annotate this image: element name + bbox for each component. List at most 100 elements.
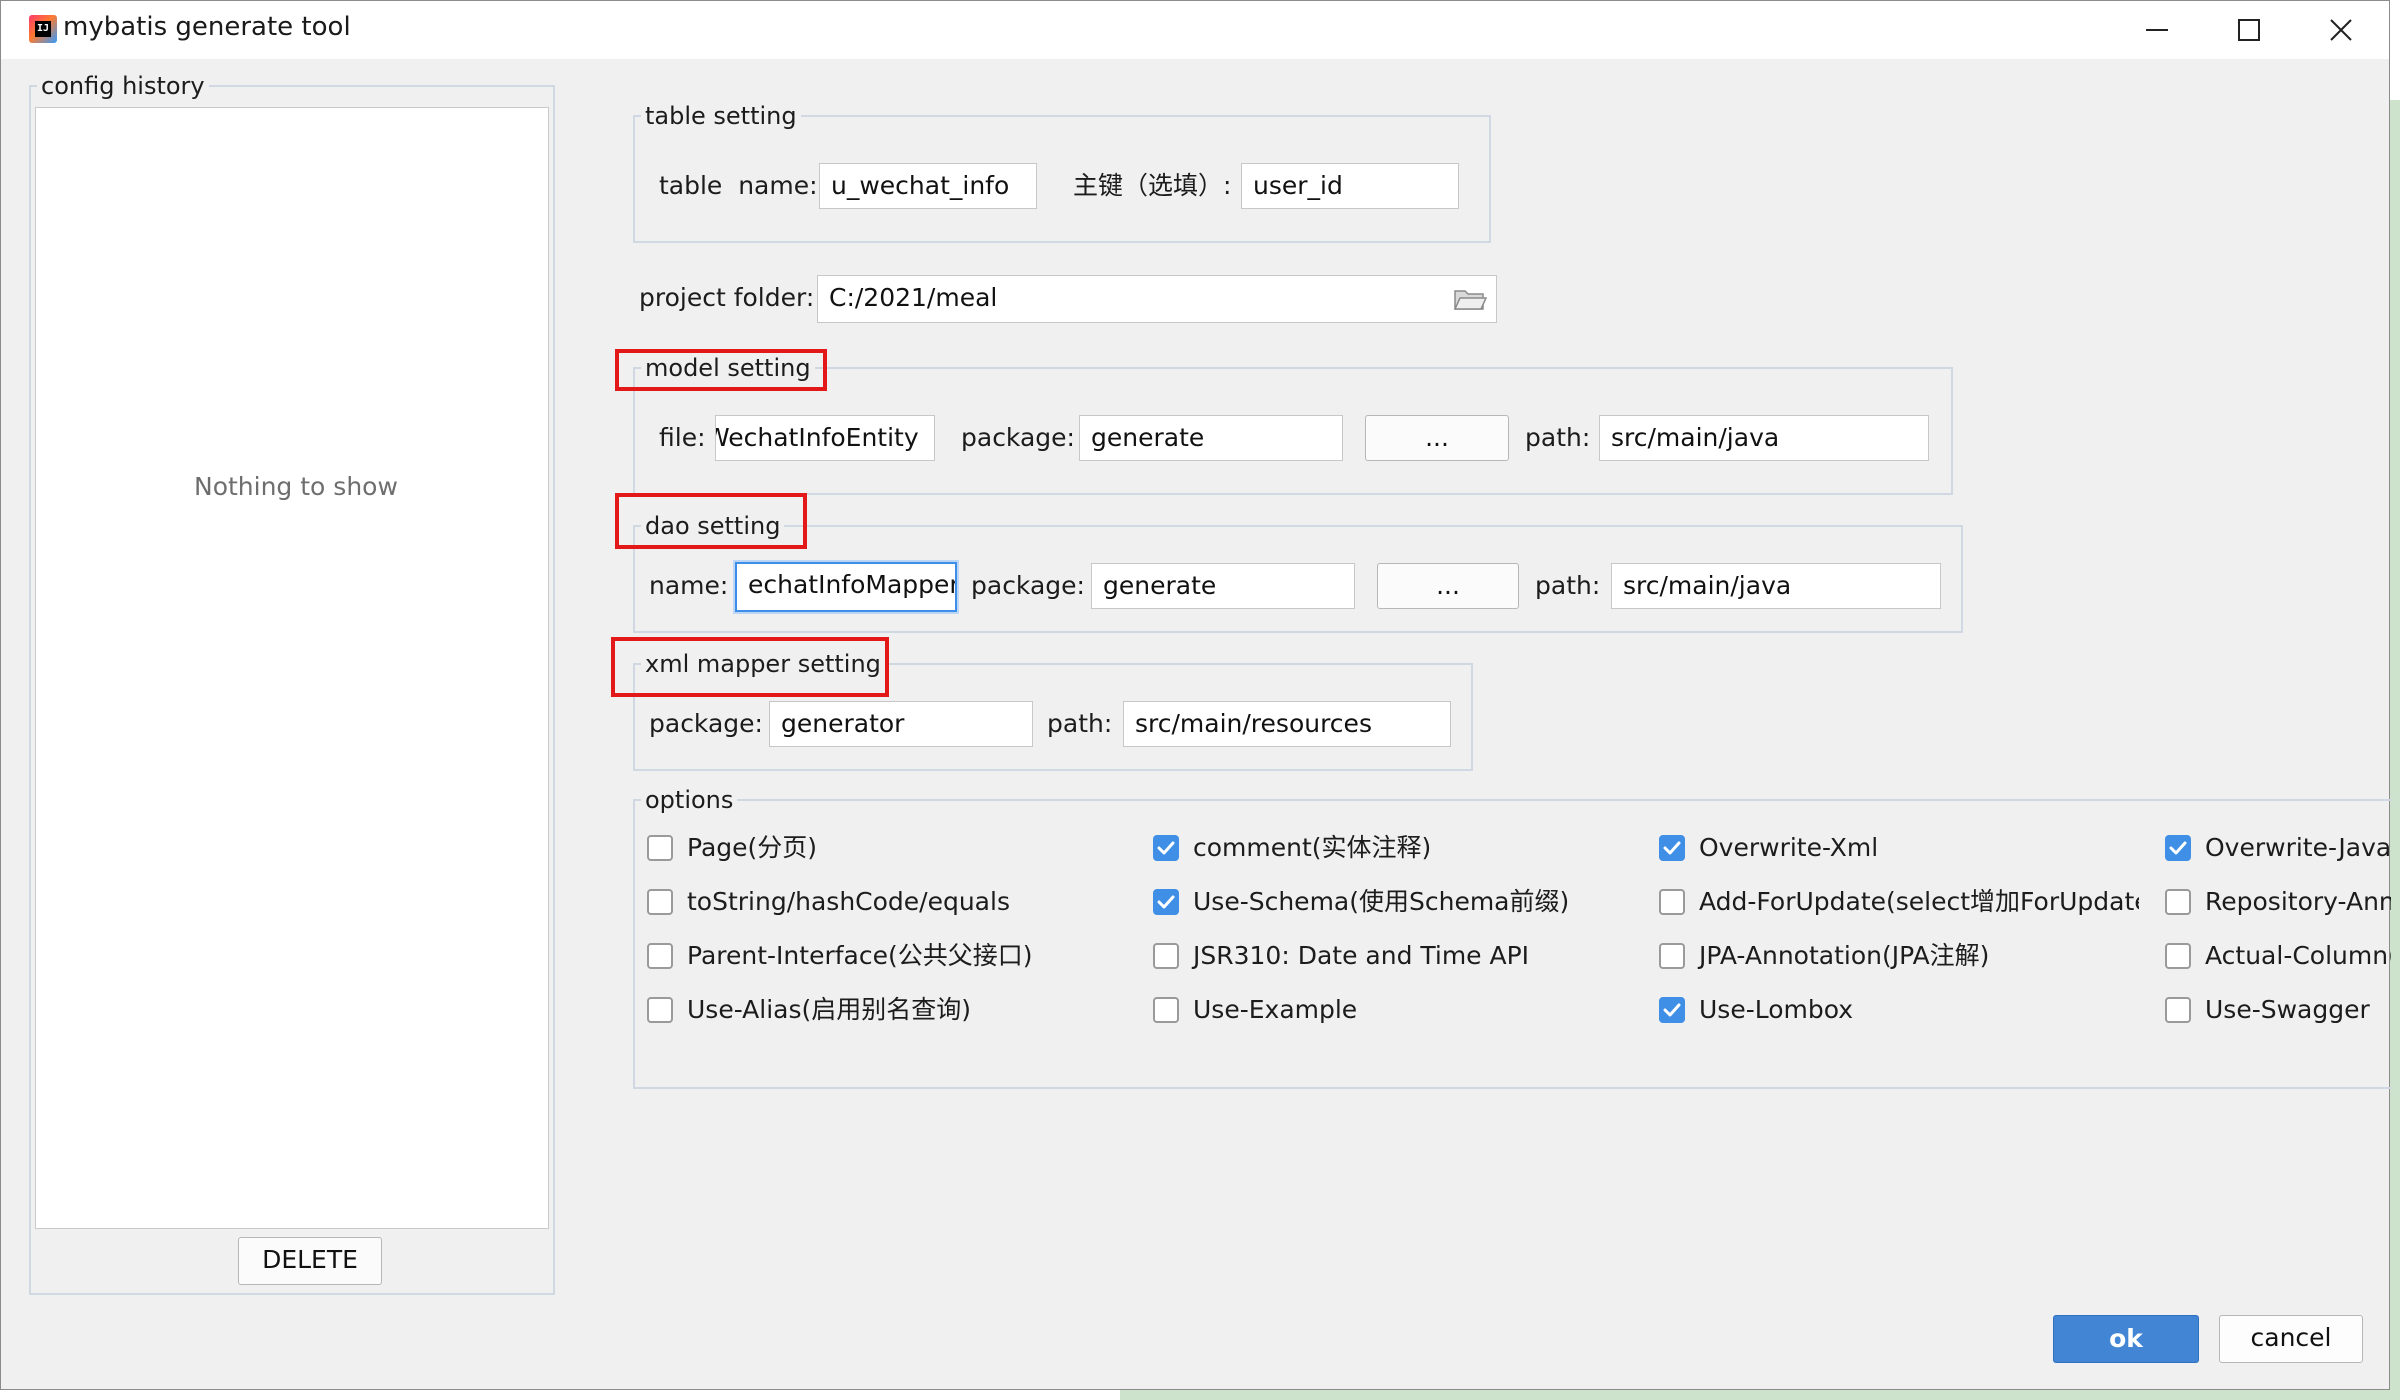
- ok-button[interactable]: ok: [2053, 1315, 2199, 1363]
- dao-package-input[interactable]: generate: [1091, 563, 1355, 609]
- option-tostring-hashcode-equals[interactable]: toString/hashCode/equals: [647, 885, 1127, 925]
- model-file-input[interactable]: WechatInfoEntity: [715, 415, 935, 461]
- check-icon: [1157, 895, 1175, 909]
- option-label: Use-Alias(启用别名查询): [687, 995, 972, 1024]
- option-label: comment(实体注释): [1193, 833, 1432, 862]
- option-label: toString/hashCode/equals: [687, 887, 1010, 916]
- option-label: Actual-Column(: [2205, 941, 2391, 970]
- primary-key-input[interactable]: user_id: [1241, 163, 1459, 209]
- model-browse-button[interactable]: ...: [1365, 415, 1509, 461]
- option-label: JSR310: Date and Time API: [1193, 941, 1530, 970]
- option-checkbox[interactable]: [1659, 889, 1685, 915]
- check-icon: [1157, 841, 1175, 855]
- option-repository-ann[interactable]: Repository-Ann: [2165, 885, 2391, 925]
- dialog-window: IJ mybatis generate tool config history …: [0, 0, 2393, 1390]
- table-name-input[interactable]: u_wechat_info: [819, 163, 1037, 209]
- model-setting-highlight: [615, 349, 827, 391]
- dao-browse-button[interactable]: ...: [1377, 563, 1519, 609]
- model-package-input[interactable]: generate: [1079, 415, 1343, 461]
- option-checkbox[interactable]: [1153, 997, 1179, 1023]
- option-use-example[interactable]: Use-Example: [1153, 993, 1633, 1033]
- option-use-lombox[interactable]: Use-Lombox: [1659, 993, 2139, 1033]
- option-label: Repository-Ann: [2205, 887, 2391, 916]
- background-strip-right: [2390, 100, 2400, 1400]
- option-label: Use-Example: [1193, 995, 1358, 1024]
- minimize-icon: [2146, 29, 2168, 31]
- maximize-button[interactable]: [2203, 1, 2295, 59]
- option-label: JPA-Annotation(JPA注解): [1699, 941, 1990, 970]
- dao-path-input[interactable]: src/main/java: [1611, 563, 1941, 609]
- option-page[interactable]: Page(分页): [647, 831, 1127, 871]
- xml-setting-highlight: [611, 637, 889, 697]
- config-history-list[interactable]: Nothing to show: [35, 107, 549, 1229]
- option-checkbox[interactable]: [1153, 835, 1179, 861]
- option-checkbox[interactable]: [647, 997, 673, 1023]
- option-checkbox[interactable]: [1659, 943, 1685, 969]
- option-checkbox[interactable]: [2165, 943, 2191, 969]
- xml-path-label: path:: [1047, 709, 1113, 738]
- title-bar[interactable]: IJ mybatis generate tool: [1, 1, 2389, 59]
- option-checkbox[interactable]: [647, 889, 673, 915]
- option-label: Overwrite-Java: [2205, 833, 2391, 862]
- option-use-alias[interactable]: Use-Alias(启用别名查询): [647, 993, 1127, 1033]
- option-overwrite-xml[interactable]: Overwrite-Xml: [1659, 831, 2139, 871]
- model-path-label: path:: [1525, 423, 1591, 452]
- option-label: Page(分页): [687, 833, 818, 862]
- model-package-label: package:: [961, 423, 1075, 452]
- xml-package-label: package:: [649, 709, 763, 738]
- minimize-button[interactable]: [2111, 1, 2203, 59]
- cancel-button[interactable]: cancel: [2219, 1315, 2363, 1363]
- option-label: Use-Swagger: [2205, 995, 2370, 1024]
- option-label: Add-ForUpdate(select增加ForUpdate): [1699, 887, 2139, 916]
- project-folder-input[interactable]: C:/2021/meal: [817, 275, 1497, 323]
- option-checkbox[interactable]: [1153, 889, 1179, 915]
- folder-open-icon[interactable]: [1453, 285, 1488, 313]
- option-actual-column[interactable]: Actual-Column(: [2165, 939, 2391, 979]
- check-icon: [1663, 1003, 1681, 1017]
- option-add-forupdate-select-forupdate[interactable]: Add-ForUpdate(select增加ForUpdate): [1659, 885, 2139, 925]
- app-icon: IJ: [29, 15, 57, 43]
- option-checkbox[interactable]: [2165, 889, 2191, 915]
- delete-button[interactable]: DELETE: [238, 1237, 382, 1285]
- option-label: Use-Lombox: [1699, 995, 1854, 1024]
- model-path-input[interactable]: src/main/java: [1599, 415, 1929, 461]
- xml-package-input[interactable]: generator: [769, 701, 1033, 747]
- project-folder-label: project folder:: [639, 283, 815, 312]
- option-use-swagger[interactable]: Use-Swagger: [2165, 993, 2391, 1033]
- option-label: Parent-Interface(公共父接口): [687, 941, 1033, 970]
- option-checkbox[interactable]: [647, 943, 673, 969]
- option-jsr310-date-and-time-api[interactable]: JSR310: Date and Time API: [1153, 939, 1633, 979]
- maximize-icon: [2238, 19, 2260, 41]
- option-label: Overwrite-Xml: [1699, 833, 1879, 862]
- check-icon: [1663, 841, 1681, 855]
- close-icon: [2330, 19, 2352, 41]
- dao-path-label: path:: [1535, 571, 1601, 600]
- option-comment[interactable]: comment(实体注释): [1153, 831, 1633, 871]
- option-checkbox[interactable]: [1659, 835, 1685, 861]
- option-checkbox[interactable]: [2165, 835, 2191, 861]
- primary-key-label: 主键（选填）:: [1073, 171, 1232, 200]
- xml-path-input[interactable]: src/main/resources: [1123, 701, 1451, 747]
- empty-placeholder: Nothing to show: [194, 472, 398, 501]
- table-setting-legend: table setting: [645, 102, 797, 130]
- option-label: Use-Schema(使用Schema前缀): [1193, 887, 1570, 916]
- dao-setting-highlight: [615, 493, 807, 549]
- table-name-label: table name:: [659, 171, 818, 200]
- close-button[interactable]: [2295, 1, 2387, 59]
- dao-name-label: name:: [649, 571, 729, 600]
- option-jpa-annotation-jpa[interactable]: JPA-Annotation(JPA注解): [1659, 939, 2139, 979]
- window-title: mybatis generate tool: [63, 12, 351, 42]
- config-history-legend: config history: [41, 72, 205, 100]
- option-checkbox[interactable]: [1659, 997, 1685, 1023]
- check-icon: [2169, 841, 2187, 855]
- option-checkbox[interactable]: [1153, 943, 1179, 969]
- option-checkbox[interactable]: [2165, 997, 2191, 1023]
- option-checkbox[interactable]: [647, 835, 673, 861]
- dao-name-input[interactable]: echatInfoMapper: [735, 562, 957, 612]
- option-overwrite-java[interactable]: Overwrite-Java: [2165, 831, 2391, 871]
- model-file-label: file:: [659, 423, 706, 452]
- options-legend: options: [645, 786, 734, 814]
- option-use-schema-schema[interactable]: Use-Schema(使用Schema前缀): [1153, 885, 1633, 925]
- option-parent-interface[interactable]: Parent-Interface(公共父接口): [647, 939, 1127, 979]
- dao-package-label: package:: [971, 571, 1085, 600]
